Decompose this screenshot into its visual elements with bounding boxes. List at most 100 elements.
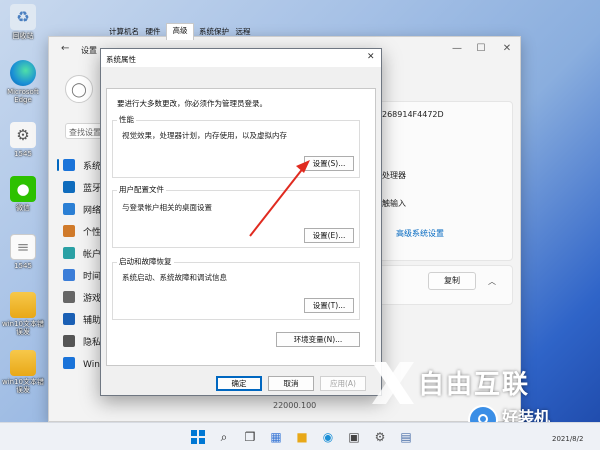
processor-label: 处理器 (382, 171, 406, 180)
user-icon: ◯ (71, 82, 87, 98)
desktop-icon-label: 1545 (14, 150, 32, 158)
edge-icon (10, 60, 36, 86)
maximize-icon[interactable]: ☐ (473, 42, 489, 56)
sidebar-item-label: 辅助 (83, 315, 102, 326)
windows-start-icon[interactable] (190, 429, 206, 445)
chevron-up-icon[interactable]: ︿ (488, 276, 496, 287)
sidebar-item-label: 网络 (83, 205, 102, 216)
account-icon (63, 247, 75, 259)
button-label: 设置(E)... (312, 231, 346, 240)
desktop-icon-label: win10文本错误发 (2, 378, 45, 394)
taskbar-date: 2021/8/2 (552, 435, 584, 443)
search-placeholder: 查找设置 (69, 128, 101, 137)
gaming-icon (63, 291, 75, 303)
desktop-icon-folder-2[interactable]: win10文本错误发 (2, 350, 44, 394)
watermark-brand: 自由互联 (418, 370, 531, 400)
sidebar-item-label: 隐私 (83, 337, 102, 348)
pen-touch-label: 触输入 (382, 199, 406, 208)
folder-icon (10, 292, 36, 318)
performance-settings-button[interactable]: 设置(S)... (304, 156, 354, 171)
performance-label: 性能 (117, 114, 136, 125)
system-icon (63, 159, 75, 171)
environment-variables-button[interactable]: 环境变量(N)... (276, 332, 360, 347)
button-label: 确定 (231, 379, 247, 388)
store-icon[interactable]: ▣ (346, 429, 362, 445)
back-arrow-icon[interactable]: ← (61, 43, 69, 54)
sidebar-item-label: 游戏 (83, 293, 102, 304)
copy-button[interactable]: 复制 (428, 272, 476, 290)
wechat-icon: ● (10, 176, 36, 202)
x-logo-icon (372, 362, 414, 404)
startup-recovery-description: 系统启动、系统故障和调试信息 (122, 273, 227, 282)
time-language-icon (63, 269, 75, 281)
settings-icon[interactable]: ⚙ (372, 429, 388, 445)
tab-remote[interactable]: 远程 (232, 25, 254, 39)
button-label: 环境变量(N)... (293, 335, 343, 344)
system-properties-icon[interactable]: ▤ (398, 429, 414, 445)
admin-note: 要进行大多数更改，你必须作为管理员登录。 (117, 99, 267, 108)
sidebar-item-label: 帐户 (83, 249, 102, 260)
desktop-icon-shortcut[interactable]: ⚙ 1545 (2, 122, 44, 158)
personalization-icon (63, 225, 75, 237)
desktop-icon-recycle-bin[interactable]: ♻ 回收站 (2, 4, 44, 40)
avatar[interactable]: ◯ (65, 75, 93, 103)
bluetooth-icon (63, 181, 75, 193)
apply-button[interactable]: 应用(A) (320, 376, 366, 391)
tab-label: 计算机名 (109, 27, 139, 36)
startup-recovery-label: 启动和故障恢复 (117, 256, 174, 267)
desktop-icon-edge[interactable]: Microsoft Edge (2, 60, 44, 104)
copy-button-label: 复制 (444, 276, 460, 285)
dialog-titlebar: 系统属性 ✕ (101, 49, 381, 67)
cancel-button[interactable]: 取消 (268, 376, 314, 391)
gear-shortcut-icon: ⚙ (10, 122, 36, 148)
button-label: 应用(A) (330, 379, 356, 388)
file-explorer-icon[interactable]: ■ (294, 429, 310, 445)
advanced-system-settings-link[interactable]: 高级系统设置 (396, 228, 444, 239)
user-profiles-description: 与登录帐户相关的桌面设置 (122, 203, 212, 212)
desktop-icon-wechat[interactable]: ● 微信 (2, 176, 44, 212)
tab-computer-name[interactable]: 计算机名 (106, 25, 142, 39)
minimize-icon[interactable]: — (449, 42, 465, 56)
dialog-close-icon[interactable]: ✕ (367, 52, 375, 62)
user-profiles-settings-button[interactable]: 设置(E)... (304, 228, 354, 243)
desktop-icon-label: 1545 (14, 262, 32, 270)
recycle-bin-icon: ♻ (10, 4, 36, 30)
ok-button[interactable]: 确定 (216, 376, 262, 391)
accessibility-icon (63, 313, 75, 325)
device-spec-card: 268914F4472D 处理器 触输入 高级系统设置 (371, 101, 513, 261)
edge-icon[interactable]: ◉ (320, 429, 336, 445)
performance-description: 视觉效果，处理器计划，内存使用，以及虚拟内存 (122, 131, 287, 140)
widgets-icon[interactable]: ▦ (268, 429, 284, 445)
privacy-icon (63, 335, 75, 347)
windows-update-icon (63, 357, 75, 369)
startup-recovery-settings-button[interactable]: 设置(T)... (304, 298, 354, 313)
desktop-icon-label: Microsoft Edge (7, 88, 39, 104)
desktop-icon-folder-1[interactable]: win10文本错误发 (2, 292, 44, 336)
taskbar: ⌕ ❐ ▦ ■ ◉ ▣ ⚙ ▤ 2021/8/2 (0, 422, 600, 450)
dialog-title: 系统属性 (106, 55, 136, 64)
sidebar-item-label: 系统 (83, 161, 102, 172)
tab-label: 系统保护 (199, 27, 229, 36)
desktop-icon-document[interactable]: ≡ 1545 (2, 234, 44, 270)
windows-spec-card: 复制 ︿ (371, 265, 513, 305)
tab-advanced[interactable]: 高级 (166, 23, 194, 40)
watermark-logo (370, 360, 416, 406)
tab-hardware[interactable]: 硬件 (142, 25, 164, 39)
desktop-icon-label: 微信 (16, 204, 30, 212)
close-icon[interactable]: ✕ (499, 42, 515, 56)
desktop-icon-label: 回收站 (12, 32, 34, 40)
tab-system-protection[interactable]: 系统保护 (196, 25, 232, 39)
sidebar-item-label: 时间 (83, 271, 102, 282)
network-icon (63, 203, 75, 215)
sidebar-item-label: 蓝牙 (83, 183, 102, 194)
desktop-icon-label: win10文本错误发 (2, 320, 45, 336)
button-label: 取消 (283, 379, 299, 388)
document-icon: ≡ (10, 234, 36, 260)
search-icon[interactable]: ⌕ (216, 429, 232, 445)
task-view-icon[interactable]: ❐ (242, 429, 258, 445)
device-id: 268914F4472D (382, 110, 444, 119)
tab-label: 远程 (235, 27, 251, 36)
folder-icon (10, 350, 36, 376)
windows-version: 22000.100 (273, 401, 317, 410)
settings-title: 设置 (81, 46, 97, 55)
